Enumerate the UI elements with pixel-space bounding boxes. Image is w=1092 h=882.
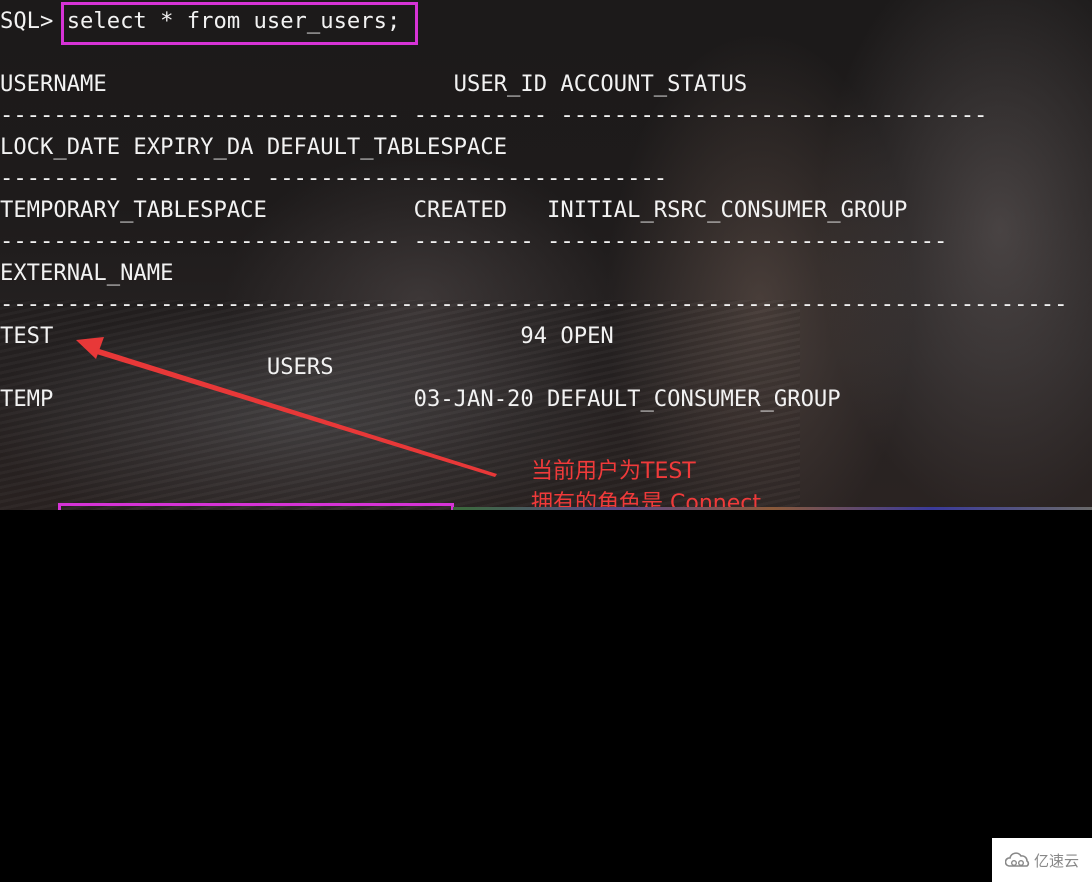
second-highlight-box — [58, 503, 454, 510]
separator-row-4: ----------------------------------------… — [0, 291, 1068, 317]
result-row-1: TEST 94 OPEN — [0, 323, 614, 349]
result-row-3: TEMP 03-JAN-20 DEFAULT_CONSUMER_GROUP — [0, 386, 841, 412]
cropped-image-edge — [453, 507, 1092, 510]
watermark: 亿速云 — [992, 838, 1092, 882]
result-row-2: USERS — [0, 354, 334, 380]
separator-row-1: ------------------------------ ---------… — [0, 102, 988, 128]
annotation-current-user: 当前用户为TEST — [531, 459, 696, 484]
header-row-4: EXTERNAL_NAME — [0, 260, 174, 286]
sql-prompt: SQL> — [0, 8, 67, 34]
watermark-text: 亿速云 — [1033, 851, 1079, 870]
separator-row-2: --------- --------- --------------------… — [0, 165, 668, 191]
separator-row-3: ------------------------------ ---------… — [0, 228, 948, 254]
cloud-logo-icon — [1004, 852, 1030, 867]
command-highlight-box — [61, 2, 418, 45]
header-row-1: USERNAME USER_ID ACCOUNT_STATUS — [0, 71, 748, 97]
terminal-window: SQL> select * from user_users; USERNAME … — [0, 0, 1092, 510]
header-row-2: LOCK_DATE EXPIRY_DA DEFAULT_TABLESPACE — [0, 134, 508, 160]
header-row-3: TEMPORARY_TABLESPACE CREATED INITIAL_RSR… — [0, 197, 908, 223]
